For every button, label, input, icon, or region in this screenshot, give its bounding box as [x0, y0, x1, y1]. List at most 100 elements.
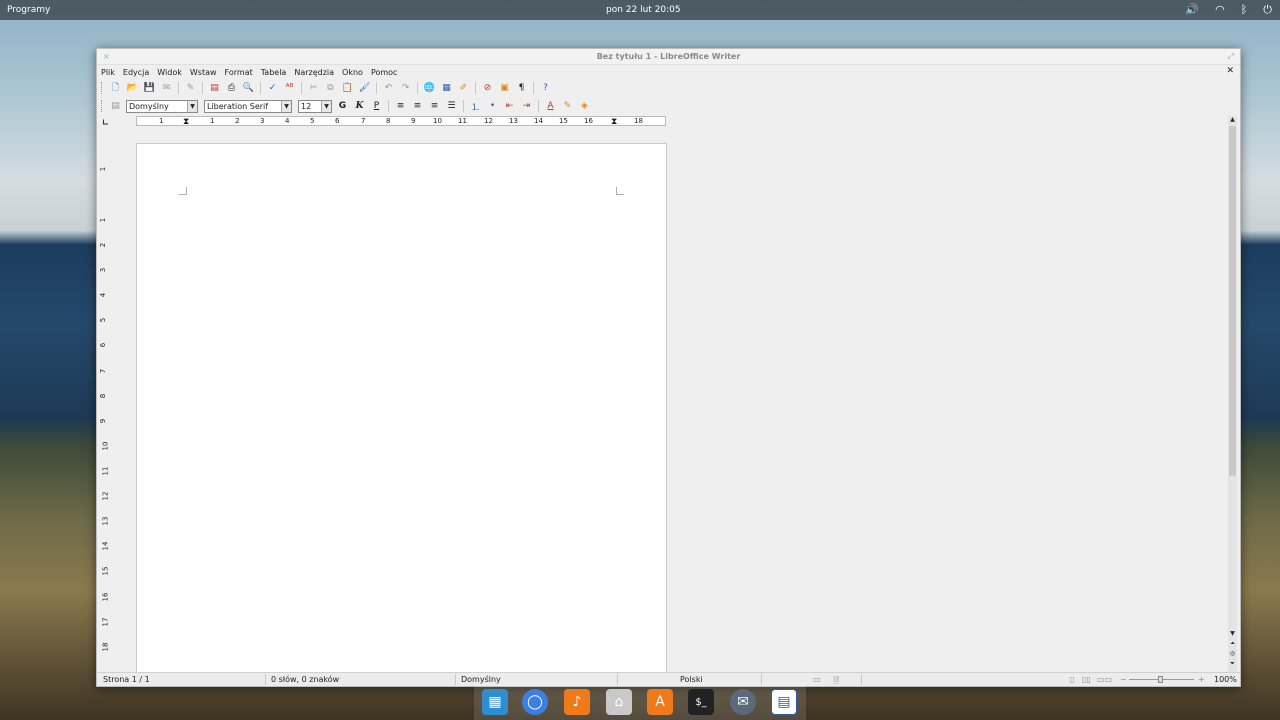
files-app-icon[interactable]: ▦ — [482, 689, 508, 715]
menu-edycja[interactable]: Edycja — [119, 68, 153, 77]
font-size-select[interactable]: 12 ▼ — [298, 99, 332, 113]
redo-icon[interactable]: ↷ — [398, 81, 413, 95]
single-page-view-icon[interactable]: ▯ — [1070, 675, 1074, 684]
mail-document-icon[interactable]: ✉ — [159, 81, 174, 95]
multi-page-view-icon[interactable]: ▯▯ — [1082, 675, 1091, 684]
applications-menu[interactable]: Programy — [7, 5, 50, 15]
print-icon[interactable]: ⎙ — [224, 81, 239, 95]
gallery-icon[interactable]: ▣ — [497, 81, 512, 95]
clock[interactable]: pon 22 lut 20:05 — [606, 5, 681, 15]
zoom-level[interactable]: 100% — [1214, 675, 1237, 684]
document-modified-icon[interactable]: 🗎 — [833, 675, 839, 689]
decrease-indent-icon[interactable]: ⇤ — [502, 99, 517, 113]
terminal-icon[interactable]: $_ — [688, 689, 714, 715]
copy-icon[interactable]: ⧉ — [323, 81, 338, 95]
align-center-icon[interactable]: ≡ — [410, 99, 425, 113]
chevron-down-icon[interactable]: ▼ — [187, 100, 197, 112]
zoom-in-icon[interactable]: + — [1198, 675, 1205, 684]
navigation-icon[interactable]: ◎ — [1228, 650, 1237, 658]
bluetooth-icon[interactable]: ᛒ — [1241, 3, 1248, 17]
menu-plik[interactable]: Plik — [97, 68, 119, 77]
horizontal-ruler[interactable]: 1 ⧗ 1 2 3 4 5 6 7 8 9 10 11 12 13 14 15 … — [136, 116, 666, 127]
toolbar-grip[interactable] — [101, 100, 104, 112]
italic-button[interactable]: K — [352, 99, 367, 113]
justify-icon[interactable]: ☰ — [444, 99, 459, 113]
save-icon[interactable]: 💾 — [142, 81, 157, 95]
document-close-button[interactable]: ✕ — [1226, 66, 1234, 76]
writer-icon[interactable]: ▤ — [771, 689, 797, 715]
indent-marker-icon[interactable]: ⧗ — [183, 117, 189, 127]
bold-button[interactable]: G — [335, 99, 350, 113]
toolbar-grip[interactable] — [101, 82, 104, 94]
title-bar[interactable]: × Bez tytułu 1 - LibreOffice Writer ⤢ — [97, 49, 1240, 65]
navigator-icon[interactable]: ⊘ — [480, 81, 495, 95]
book-view-icon[interactable]: ▭▭ — [1097, 675, 1112, 684]
numbered-list-icon[interactable]: ⒈ — [468, 99, 483, 113]
background-color-icon[interactable]: ◈ — [577, 99, 592, 113]
show-draw-functions-icon[interactable]: ✐ — [456, 81, 471, 95]
page-style[interactable]: Domyślny — [461, 675, 501, 684]
zoom-out-icon[interactable]: − — [1120, 675, 1127, 684]
menu-bar: Plik Edycja Widok Wstaw Format Tabela Na… — [97, 65, 1240, 79]
scroll-down-icon[interactable]: ▼ — [1228, 630, 1237, 638]
menu-pomoc[interactable]: Pomoc — [367, 68, 402, 77]
table-icon[interactable]: ▦ — [439, 81, 454, 95]
edit-mode-icon[interactable]: ✎ — [183, 81, 198, 95]
spellcheck-icon[interactable]: ✓ — [265, 81, 280, 95]
page-count[interactable]: Strona 1 / 1 — [103, 675, 150, 684]
scrollbar-thumb[interactable] — [1229, 126, 1236, 476]
align-left-icon[interactable]: ≡ — [393, 99, 408, 113]
insert-mode-icon[interactable]: ▭ — [813, 675, 821, 684]
autospell-icon[interactable]: ᴬᴮ — [282, 81, 297, 95]
next-page-icon[interactable]: ⏷ — [1228, 660, 1237, 668]
align-right-icon[interactable]: ≡ — [427, 99, 442, 113]
document-page[interactable] — [136, 143, 667, 673]
underline-button[interactable]: P — [369, 99, 384, 113]
word-count[interactable]: 0 słów, 0 znaków — [271, 675, 339, 684]
open-folder-icon[interactable]: 📂 — [125, 81, 140, 95]
menu-tabela[interactable]: Tabela — [257, 68, 291, 77]
right-indent-marker-icon[interactable]: ⧗ — [611, 117, 617, 127]
clone-formatting-icon[interactable]: 🖌 — [357, 81, 372, 95]
font-color-icon[interactable]: A — [543, 99, 558, 113]
cut-icon[interactable]: ✂ — [306, 81, 321, 95]
window-close-button[interactable]: × — [103, 49, 110, 65]
wifi-icon[interactable]: ◠ — [1215, 3, 1225, 17]
hyperlink-icon[interactable]: 🌐 — [422, 81, 437, 95]
paste-icon[interactable]: 📋 — [340, 81, 355, 95]
print-preview-icon[interactable]: 🔍 — [241, 81, 256, 95]
menu-narzedzia[interactable]: Narzędzia — [290, 68, 338, 77]
previous-page-icon[interactable]: ⏶ — [1228, 640, 1237, 648]
zoom-slider-handle[interactable] — [1158, 676, 1163, 683]
menu-widok[interactable]: Widok — [153, 68, 186, 77]
styles-icon[interactable]: ▤ — [108, 99, 123, 113]
menu-format[interactable]: Format — [221, 68, 257, 77]
highlighting-icon[interactable]: ✎ — [560, 99, 575, 113]
vertical-scrollbar[interactable]: ▲ ▼ ⏶ ◎ ⏷ — [1228, 116, 1237, 672]
vertical-ruler[interactable]: 1 1 2 3 4 5 6 7 8 9 10 11 12 13 14 15 16… — [99, 143, 110, 673]
power-icon[interactable]: ⏻ — [1263, 3, 1272, 17]
tab-stop-icon[interactable]: ∟ — [102, 118, 109, 127]
increase-indent-icon[interactable]: ⇥ — [519, 99, 534, 113]
font-name-select[interactable]: Liberation Serif ▼ — [204, 99, 292, 113]
scroll-up-icon[interactable]: ▲ — [1228, 116, 1237, 124]
chevron-down-icon[interactable]: ▼ — [281, 100, 291, 112]
menu-wstaw[interactable]: Wstaw — [186, 68, 221, 77]
browser-icon[interactable]: ◯ — [522, 689, 548, 715]
undo-icon[interactable]: ↶ — [381, 81, 396, 95]
bullet-list-icon[interactable]: • — [485, 99, 500, 113]
new-document-icon[interactable]: 🗋 — [108, 81, 123, 95]
volume-icon[interactable]: 🔊 — [1185, 3, 1199, 17]
export-pdf-icon[interactable]: ▤ — [207, 81, 222, 95]
window-maximize-button[interactable]: ⤢ — [1228, 49, 1234, 65]
app-center-icon[interactable]: A — [647, 689, 673, 715]
home-folder-icon[interactable]: ⌂ — [606, 689, 632, 715]
menu-okno[interactable]: Okno — [338, 68, 367, 77]
formatting-marks-icon[interactable]: ¶ — [514, 81, 529, 95]
music-icon[interactable]: ♪ — [564, 689, 590, 715]
language[interactable]: Polski — [680, 675, 703, 684]
chevron-down-icon[interactable]: ▼ — [321, 100, 331, 112]
help-icon[interactable]: ? — [538, 81, 553, 95]
mail-icon[interactable]: ✉ — [730, 689, 756, 715]
paragraph-style-select[interactable]: Domyślny ▼ — [126, 99, 198, 113]
